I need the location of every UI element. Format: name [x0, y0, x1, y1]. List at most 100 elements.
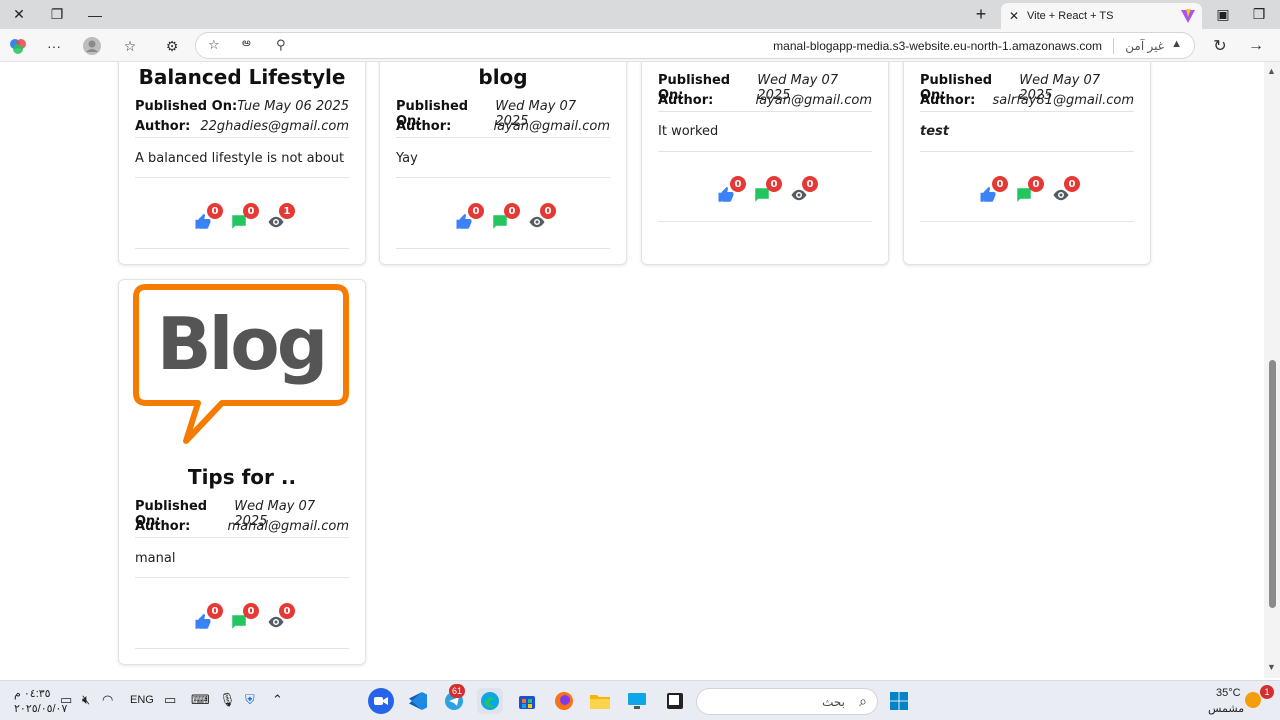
comment-button[interactable]: 0 — [230, 203, 259, 231]
windows-start-icon[interactable] — [886, 688, 912, 714]
windows-taskbar: ٠٤:٣٥ م ٢٠٢٥/٠٥/٠٧ ▭ 🔇︎ ◠ ENG ▭ ⌨ 🎙︎ ⛨ ⌃… — [0, 680, 1280, 720]
comments-count-badge: 0 — [766, 176, 782, 192]
permissions-icon[interactable]: ⚲ — [276, 37, 286, 53]
divider — [920, 111, 1134, 112]
new-tab-button[interactable]: + — [962, 0, 1000, 29]
comment-button[interactable]: 0 — [491, 203, 520, 231]
weather-description[interactable]: مشمس — [1208, 702, 1244, 715]
divider — [135, 537, 349, 538]
scroll-down-arrow-icon[interactable]: ▼ — [1267, 662, 1276, 672]
search-icon: ⌕ — [859, 693, 867, 709]
views-count-badge: 0 — [802, 176, 818, 192]
favorite-star-icon[interactable]: ☆ — [208, 37, 220, 53]
comments-count-badge: 0 — [1028, 176, 1044, 192]
divider — [396, 177, 610, 178]
tab-actions-icon[interactable]: ▣ — [1204, 0, 1242, 29]
workspaces-icon[interactable]: ❒ — [1240, 0, 1278, 29]
microphone-icon[interactable]: 🎙︎ — [219, 692, 236, 708]
copilot-icon[interactable] — [6, 34, 30, 58]
taskbar-search-box[interactable]: بحث ⌕ — [696, 688, 878, 715]
card-excerpt: Yay — [396, 151, 418, 166]
comment-button[interactable]: 0 — [753, 176, 782, 204]
author-row: Author: layan@gmail.com — [658, 93, 872, 108]
like-button[interactable]: 0 — [194, 603, 223, 631]
views-indicator: 1 — [266, 203, 295, 231]
like-button[interactable]: 0 — [455, 203, 484, 231]
edge-app-icon[interactable] — [477, 688, 503, 714]
restore-window-button[interactable]: ❐ — [38, 0, 76, 29]
minimize-window-button[interactable]: — — [76, 0, 114, 29]
likes-count-badge: 0 — [207, 603, 223, 619]
terminal-app-icon[interactable] — [662, 688, 688, 714]
divider — [920, 151, 1134, 152]
card-stats: 0 0 0 — [904, 176, 1150, 204]
vite-favicon-icon — [1181, 9, 1195, 23]
comment-button[interactable]: 0 — [1015, 176, 1044, 204]
show-hidden-icons-chevron-icon[interactable]: ⌃ — [272, 692, 283, 708]
divider — [396, 137, 610, 138]
refresh-icon[interactable]: ↻ — [1208, 34, 1232, 58]
blog-speech-bubble-image[interactable]: Blog — [132, 283, 350, 445]
scrollbar-thumb[interactable] — [1269, 360, 1276, 608]
card-excerpt: test — [920, 124, 949, 139]
divider — [135, 137, 349, 138]
tablet-icon[interactable]: ▭ — [164, 692, 176, 708]
firefox-app-icon[interactable] — [551, 688, 577, 714]
like-button[interactable]: 0 — [194, 203, 223, 231]
warning-icon[interactable]: ▲ — [1171, 38, 1182, 50]
file-explorer-icon[interactable] — [587, 688, 613, 714]
scroll-up-arrow-icon[interactable]: ▲ — [1267, 66, 1276, 76]
zoom-app-icon[interactable] — [368, 688, 394, 714]
card-title[interactable]: Balanced Lifestyle — [119, 65, 365, 89]
clock-time[interactable]: ٠٤:٣٥ م — [14, 687, 51, 700]
favorites-icon[interactable]: ☆ — [118, 34, 142, 58]
divider — [920, 221, 1134, 222]
comments-count-badge: 0 — [243, 603, 259, 619]
likes-count-badge: 0 — [468, 203, 484, 219]
close-tab-icon[interactable]: ✕ — [1001, 9, 1027, 23]
security-shield-icon[interactable]: ⛨ — [245, 692, 255, 708]
extensions-icon[interactable]: ⚙ — [160, 34, 184, 58]
weather-temperature[interactable]: 35°C — [1216, 687, 1241, 699]
read-aloud-icon[interactable]: అ — [242, 37, 251, 52]
blog-card[interactable]: Published On: Wed May 07 2025 Author: sa… — [903, 62, 1151, 265]
blog-card[interactable]: blog Published On: Wed May 07 2025 Autho… — [379, 62, 627, 265]
language-indicator[interactable]: ENG — [130, 694, 154, 706]
telegram-app-icon[interactable]: 61 — [441, 684, 467, 714]
divider — [658, 221, 872, 222]
author-row: Author: layan@gmail.com — [396, 119, 610, 134]
microsoft-store-icon[interactable] — [514, 688, 540, 714]
blog-card[interactable]: Published On: Wed May 07 2025 Author: la… — [641, 62, 889, 265]
remote-desktop-icon[interactable] — [624, 688, 650, 714]
page-scrollbar[interactable]: ▲ ▼ — [1264, 62, 1280, 678]
author-row: Author: salrfay81@gmail.com — [920, 93, 1134, 108]
more-options-icon[interactable]: ··· — [42, 34, 66, 58]
browser-tab[interactable]: ✕ Vite + React + TS — [1001, 3, 1202, 29]
blog-card[interactable]: Blog Tips for .. Published On: Wed May 0… — [118, 279, 366, 665]
telegram-unread-badge: 61 — [449, 684, 465, 698]
like-button[interactable]: 0 — [717, 176, 746, 204]
card-title[interactable]: Tips for .. — [119, 465, 365, 489]
volume-muted-icon[interactable]: 🔇︎ — [82, 692, 90, 708]
url-divider — [1113, 38, 1114, 54]
vscode-app-icon[interactable] — [405, 688, 431, 714]
close-window-button[interactable]: ✕ — [0, 0, 38, 29]
security-label[interactable]: غير آمن — [1125, 39, 1164, 53]
comment-button[interactable]: 0 — [230, 603, 259, 631]
browser-toolbar: ··· ☆ ⚙ ☆ అ ⚲ manal-blogapp-media.s3-web… — [0, 29, 1280, 62]
blog-card[interactable]: Balanced Lifestyle Published On: Tue May… — [118, 62, 366, 265]
url-text[interactable]: manal-blogapp-media.s3-website.eu-north-… — [773, 39, 1102, 53]
author-email: manal@gmail.com — [227, 519, 349, 534]
keyboard-icon[interactable]: ⌨ — [191, 692, 210, 708]
card-title[interactable]: blog — [380, 65, 626, 89]
forward-arrow-icon[interactable]: → — [1244, 34, 1268, 58]
author-email: salrfay81@gmail.com — [992, 93, 1134, 108]
address-bar[interactable]: ☆ అ ⚲ manal-blogapp-media.s3-website.eu-… — [195, 32, 1195, 59]
profile-avatar-icon[interactable] — [80, 34, 104, 58]
battery-icon[interactable]: ▭ — [60, 692, 72, 708]
wifi-icon[interactable]: ◠ — [102, 692, 113, 708]
like-button[interactable]: 0 — [979, 176, 1008, 204]
views-indicator: 0 — [1051, 176, 1080, 204]
divider — [135, 248, 349, 249]
published-label: Published On: — [135, 99, 238, 114]
